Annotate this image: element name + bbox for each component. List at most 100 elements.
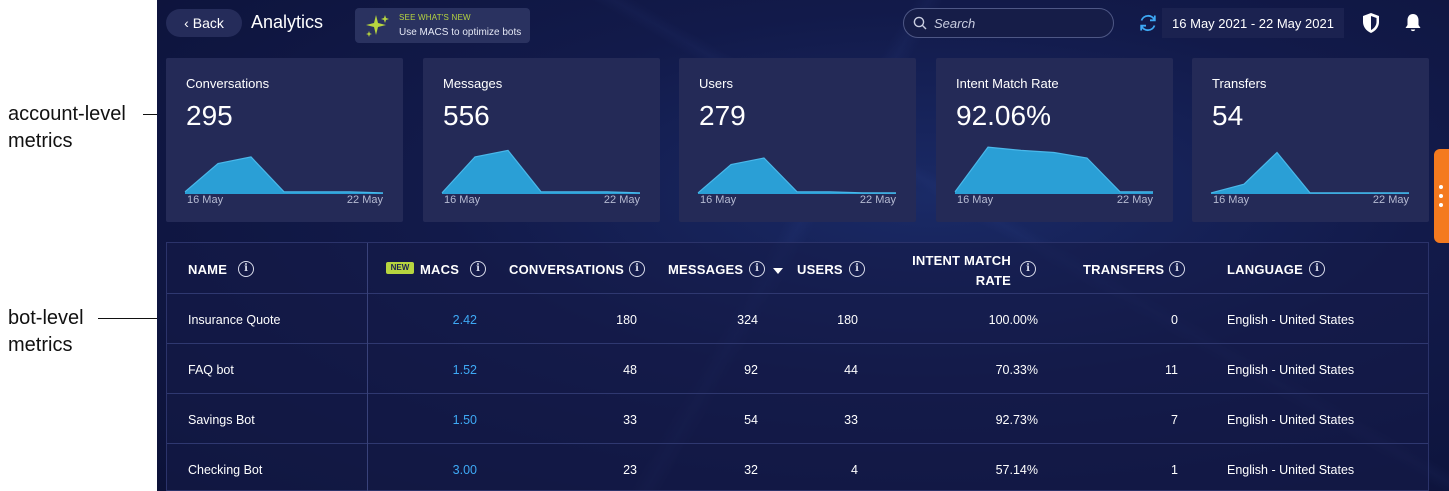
page-title: Analytics <box>251 12 324 32</box>
trend-sparkline <box>954 146 1153 194</box>
whats-new-kicker: SEE WHAT'S NEW <box>399 13 471 22</box>
metric-value: 295 <box>186 100 233 131</box>
conversations-value: 33 <box>623 413 637 427</box>
bot-name: Checking Bot <box>188 463 263 477</box>
users-value: 33 <box>844 413 858 427</box>
info-icon[interactable]: i <box>238 261 254 277</box>
info-icon[interactable]: i <box>1020 261 1036 277</box>
bot-level-pointer <box>98 318 157 319</box>
table-row[interactable]: Checking Bot 3.00 23 32 4 57.14% 1 Engli… <box>167 444 1428 491</box>
language-value: English - United States <box>1227 363 1355 377</box>
top-bar: ‹ Back Analytics SEE WHAT'S NEW Use MACS… <box>157 0 1449 46</box>
metric-card-transfers[interactable]: Transfers 54 16 May 22 May <box>1192 58 1429 222</box>
transfers-value: 0 <box>1171 313 1178 327</box>
language-value: English - United States <box>1227 413 1355 427</box>
conversations-value: 23 <box>623 463 637 477</box>
bot-name: FAQ bot <box>188 363 234 377</box>
trend-end-date: 22 May <box>346 194 383 206</box>
column-header-conversations[interactable]: CONVERSATIONS <box>509 262 624 277</box>
annotation-area: account-level metrics bot-level metrics <box>0 0 157 491</box>
column-header-language[interactable]: LANGUAGE <box>1227 262 1303 277</box>
bot-name: Insurance Quote <box>188 313 281 327</box>
metric-title: Intent Match Rate <box>956 76 1059 91</box>
macs-value[interactable]: 3.00 <box>453 463 477 477</box>
shield-icon[interactable] <box>1361 12 1381 34</box>
column-header-transfers[interactable]: TRANSFERS <box>1083 262 1164 277</box>
sort-descending-icon[interactable] <box>773 268 783 274</box>
info-icon[interactable]: i <box>470 261 486 277</box>
language-value: English - United States <box>1227 463 1355 477</box>
trend-start-date: 16 May <box>957 194 994 206</box>
info-icon[interactable]: i <box>629 261 645 277</box>
search-input[interactable] <box>934 14 1104 32</box>
intent-match-rate-value: 92.73% <box>995 413 1038 427</box>
back-chevron-icon: ‹ <box>184 15 189 31</box>
trend-start-date: 16 May <box>700 194 737 206</box>
metric-title: Messages <box>443 76 503 91</box>
bot-metrics-table: NAME i NEW MACS i CONVERSATIONS i MESSAG… <box>166 242 1429 491</box>
messages-value: 92 <box>744 363 758 377</box>
more-dot-icon <box>1439 194 1443 198</box>
bot-name: Savings Bot <box>188 413 255 427</box>
metric-title: Transfers <box>1212 76 1267 91</box>
date-range-picker[interactable]: 16 May 2021 - 22 May 2021 <box>1162 8 1344 38</box>
transfers-value: 7 <box>1171 413 1178 427</box>
transfers-value: 11 <box>1165 363 1178 377</box>
back-label: Back <box>192 15 224 31</box>
trend-end-date: 22 May <box>1116 194 1153 206</box>
macs-value[interactable]: 1.50 <box>453 413 477 427</box>
trend-start-date: 16 May <box>444 194 481 206</box>
refresh-icon[interactable] <box>1137 12 1159 34</box>
trend-area <box>185 156 383 194</box>
metric-value: 279 <box>699 100 746 131</box>
column-header-messages[interactable]: MESSAGES <box>668 262 743 277</box>
table-row[interactable]: Insurance Quote 2.42 180 324 180 100.00%… <box>167 294 1428 344</box>
account-level-pointer <box>143 114 157 115</box>
metric-card-intent-match-rate[interactable]: Intent Match Rate 92.06% 16 May 22 May <box>936 58 1173 222</box>
search-box <box>903 8 1114 38</box>
conversations-value: 180 <box>616 313 637 327</box>
metric-card-messages[interactable]: Messages 556 16 May 22 May <box>423 58 660 222</box>
info-icon[interactable]: i <box>849 261 865 277</box>
info-icon[interactable]: i <box>1169 261 1185 277</box>
new-badge: NEW <box>386 262 414 274</box>
side-panel-tab[interactable] <box>1434 149 1449 243</box>
metric-title: Conversations <box>186 76 270 91</box>
column-header-name[interactable]: NAME <box>188 262 227 277</box>
language-value: English - United States <box>1227 313 1355 327</box>
table-row[interactable]: Savings Bot 1.50 33 54 33 92.73% 7 Engli… <box>167 394 1428 444</box>
intent-match-rate-value: 57.14% <box>995 463 1038 477</box>
trend-area <box>698 158 896 194</box>
macs-value[interactable]: 1.52 <box>453 363 477 377</box>
conversations-value: 48 <box>623 363 637 377</box>
trend-end-date: 22 May <box>859 194 896 206</box>
metric-value: 54 <box>1212 100 1244 131</box>
metric-value: 556 <box>443 100 490 131</box>
trend-area <box>442 150 640 194</box>
whats-new-banner[interactable]: SEE WHAT'S NEW Use MACS to optimize bots <box>355 8 530 43</box>
info-icon[interactable]: i <box>749 261 765 277</box>
trend-sparkline <box>441 149 641 194</box>
trend-end-date: 22 May <box>1372 194 1409 206</box>
column-header-macs[interactable]: MACS <box>420 262 459 277</box>
metric-value: 92.06% <box>956 100 1051 131</box>
trend-area <box>955 147 1153 194</box>
intent-match-rate-value: 100.00% <box>988 313 1038 327</box>
table-row[interactable]: FAQ bot 1.52 48 92 44 70.33% 11 English … <box>167 344 1428 394</box>
info-icon[interactable]: i <box>1309 261 1325 277</box>
intent-match-rate-value: 70.33% <box>995 363 1038 377</box>
metric-card-users[interactable]: Users 279 16 May 22 May <box>679 58 916 222</box>
metric-card-conversations[interactable]: Conversations 295 16 May 22 May <box>166 58 403 222</box>
whats-new-text: Use MACS to optimize bots <box>399 27 522 38</box>
account-level-annotation: account-level metrics <box>8 103 126 152</box>
bell-icon[interactable] <box>1403 12 1423 34</box>
back-button[interactable]: ‹ Back <box>166 9 242 37</box>
column-header-intent-match-rate[interactable]: INTENT MATCH RATE <box>911 251 1011 291</box>
column-header-users[interactable]: USERS <box>797 262 843 277</box>
trend-sparkline <box>697 157 896 194</box>
users-value: 180 <box>837 313 858 327</box>
macs-value[interactable]: 2.42 <box>453 313 477 327</box>
trend-sparkline <box>184 156 384 194</box>
trend-area <box>1211 152 1409 194</box>
search-icon <box>913 16 927 30</box>
